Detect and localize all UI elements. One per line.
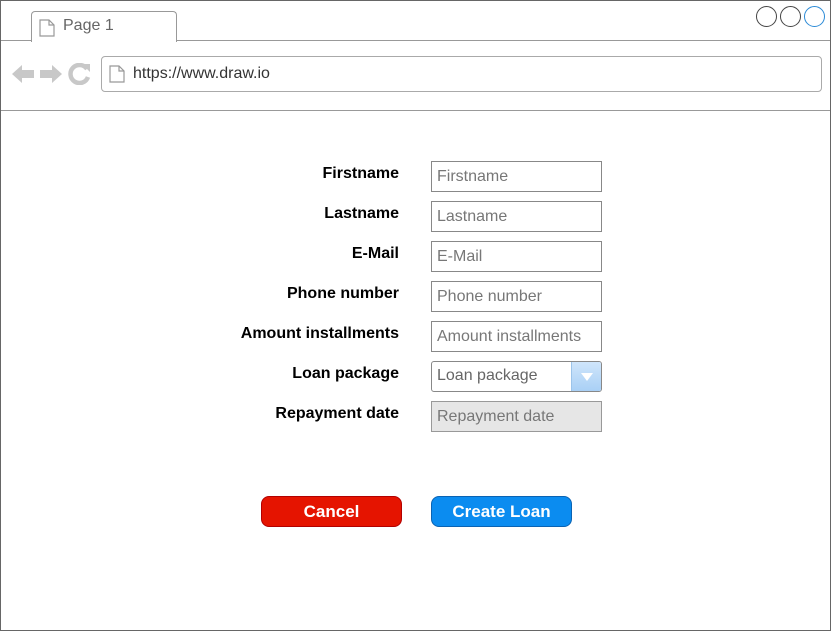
email-label: E-Mail <box>351 245 399 262</box>
page-icon <box>109 65 125 88</box>
phone-number-input[interactable] <box>431 281 602 312</box>
form-row-lastname: Lastname <box>1 201 831 232</box>
form-row-installments: Amount installments <box>1 321 831 352</box>
loan-package-select[interactable]: Loan package <box>431 361 602 392</box>
firstname-input[interactable] <box>431 161 602 192</box>
email-input[interactable] <box>431 241 602 272</box>
loan-package-selected-value: Loan package <box>437 367 538 384</box>
browser-chrome: Page 1 https://www.draw.io <box>1 1 830 111</box>
amount-installments-input[interactable] <box>431 321 602 352</box>
form-row-loan-package: Loan package Loan package <box>1 361 831 392</box>
chevron-down-icon <box>581 373 593 381</box>
repayment-date-input <box>431 401 602 432</box>
repayment-date-label: Repayment date <box>275 405 399 422</box>
lastname-input[interactable] <box>431 201 602 232</box>
url-text: https://www.draw.io <box>133 65 270 82</box>
window-controls <box>756 6 825 27</box>
navigation-buttons <box>11 63 91 85</box>
form-row-firstname: Firstname <box>1 161 831 192</box>
maximize-button[interactable] <box>780 6 801 27</box>
page-icon <box>39 19 55 42</box>
phone-number-label: Phone number <box>286 285 399 302</box>
form-row-email: E-Mail <box>1 241 831 272</box>
cancel-button[interactable]: Cancel <box>261 496 402 527</box>
dropdown-button[interactable] <box>571 362 601 391</box>
browser-tab[interactable]: Page 1 <box>31 11 177 42</box>
address-bar[interactable]: https://www.draw.io <box>101 56 822 92</box>
lastname-label: Lastname <box>324 205 399 222</box>
create-loan-button[interactable]: Create Loan <box>431 496 572 527</box>
tab-title: Page 1 <box>63 17 114 34</box>
back-arrow-icon[interactable] <box>11 63 35 85</box>
loan-package-label: Loan package <box>292 365 399 382</box>
firstname-label: Firstname <box>322 165 399 182</box>
amount-installments-label: Amount installments <box>240 325 399 342</box>
reload-icon[interactable] <box>67 63 91 85</box>
forward-arrow-icon[interactable] <box>39 63 63 85</box>
form-row-phone: Phone number <box>1 281 831 312</box>
close-button[interactable] <box>804 6 825 27</box>
browser-window: Page 1 https://www.draw.io Firstname Fir… <box>0 0 831 631</box>
minimize-button[interactable] <box>756 6 777 27</box>
form-row-repayment-date: Repayment date <box>1 401 831 432</box>
